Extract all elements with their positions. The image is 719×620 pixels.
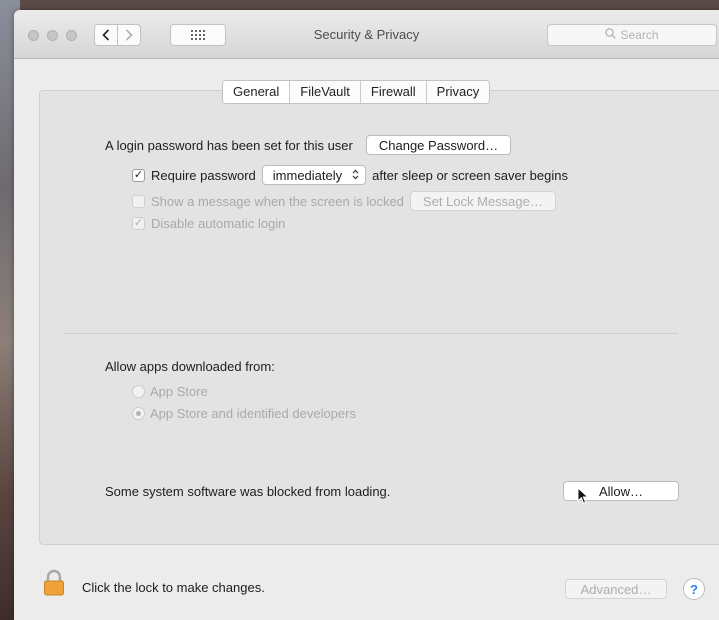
checkmark-icon: ✓	[133, 217, 144, 229]
blocked-software-row: Some system software was blocked from lo…	[105, 484, 390, 499]
section-divider	[64, 333, 678, 334]
disable-auto-login-label: Disable automatic login	[151, 216, 286, 231]
advanced-button[interactable]: Advanced…	[565, 579, 667, 599]
downloads-heading-row: Allow apps downloaded from:	[105, 359, 275, 374]
show-message-checkbox[interactable]	[132, 194, 145, 208]
downloads-heading: Allow apps downloaded from:	[105, 359, 275, 374]
show-message-row: Show a message when the screen is locked…	[132, 191, 556, 211]
radio-identified-label: App Store and identified developers	[150, 406, 356, 421]
login-password-text: A login password has been set for this u…	[105, 137, 353, 153]
require-password-label: Require password	[151, 167, 256, 183]
search-field[interactable]: Search	[547, 24, 717, 46]
show-message-label: Show a message when the screen is locked	[151, 193, 404, 209]
radio-identified-row: App Store and identified developers	[132, 406, 356, 421]
lock-icon[interactable]	[43, 569, 65, 600]
checkmark-icon: ✓	[133, 168, 144, 181]
search-icon	[605, 28, 617, 42]
cursor-icon	[577, 486, 590, 508]
radio-app-store-row: App Store	[132, 384, 208, 399]
require-password-delay-value: immediately	[272, 167, 343, 183]
disable-auto-login-row: ✓ Disable automatic login	[132, 216, 285, 231]
blocked-software-text: Some system software was blocked from lo…	[105, 484, 391, 499]
radio-app-store-label: App Store	[150, 384, 208, 399]
preferences-window: Security & Privacy Search General FileVa…	[14, 10, 719, 620]
radio-identified-developers[interactable]	[132, 407, 145, 420]
require-password-delay-popup[interactable]: immediately	[261, 165, 367, 185]
popup-arrows-icon	[352, 168, 359, 183]
require-password-row: ✓ Require password immediately after sle…	[132, 165, 568, 185]
tab-general[interactable]: General	[223, 81, 291, 103]
login-password-row: A login password has been set for this u…	[105, 135, 512, 155]
tab-filevault[interactable]: FileVault	[290, 81, 361, 103]
require-password-suffix: after sleep or screen saver begins	[372, 167, 568, 183]
lock-text-row: Click the lock to make changes.	[82, 580, 265, 595]
change-password-button[interactable]: Change Password…	[365, 135, 512, 155]
tab-firewall[interactable]: Firewall	[361, 81, 427, 103]
advanced-button-row: Advanced…	[565, 579, 667, 599]
disable-auto-login-checkbox[interactable]: ✓	[132, 217, 145, 230]
require-password-checkbox[interactable]: ✓	[132, 168, 145, 182]
help-button[interactable]: ?	[683, 578, 705, 600]
lock-text: Click the lock to make changes.	[82, 580, 265, 595]
search-placeholder: Search	[620, 28, 659, 42]
title-bar: Security & Privacy Search	[14, 10, 719, 59]
radio-app-store[interactable]	[132, 385, 145, 398]
tab-bar: General FileVault Firewall Privacy	[222, 80, 491, 104]
general-panel	[39, 90, 719, 545]
tab-privacy[interactable]: Privacy	[427, 81, 490, 103]
set-lock-message-button[interactable]: Set Lock Message…	[409, 191, 556, 211]
